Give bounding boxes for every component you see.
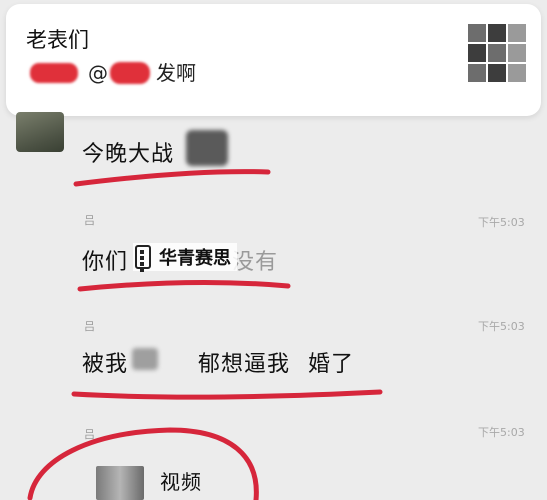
message-part: 郁想逼我: [198, 352, 291, 377]
message-text[interactable]: 视频: [160, 466, 202, 495]
underline-stroke: [71, 389, 383, 400]
message-time: 下午5:03: [478, 216, 525, 229]
sender-name: 吕: [84, 320, 95, 333]
redaction-blur: [132, 348, 158, 370]
avatar[interactable]: [16, 112, 64, 152]
mention-preview: @ 发啊: [30, 57, 196, 86]
message-text[interactable]: 你们: [82, 244, 128, 276]
underline-stroke: [73, 169, 271, 187]
mention-suffix: 发啊: [156, 61, 196, 85]
message-text[interactable]: 今晚大战: [82, 136, 174, 168]
sender-name: 吕: [84, 428, 95, 441]
message-part: 被我: [82, 352, 129, 377]
message-time: 下午5:03: [478, 320, 525, 333]
redaction-blur: [186, 130, 228, 166]
redaction-mark: [30, 63, 78, 83]
group-name: 老表们: [26, 28, 89, 52]
watermark-text: 华青赛思: [159, 248, 231, 269]
message-time: 下午5:03: [478, 426, 525, 439]
underline-stroke: [77, 279, 291, 292]
message-text-tail: 没有: [232, 250, 279, 275]
watermark: 华青赛思: [133, 243, 237, 272]
message-text[interactable]: 被我 郁想逼我 婚了: [82, 346, 354, 378]
group-avatar[interactable]: [468, 24, 526, 82]
redaction-mark: [110, 62, 150, 84]
sender-name: 吕: [84, 214, 95, 227]
message-part: 婚了: [308, 352, 355, 377]
video-thumbnail[interactable]: [96, 466, 144, 500]
phone-icon: [135, 245, 151, 272]
mention-prefix: @: [88, 61, 108, 85]
